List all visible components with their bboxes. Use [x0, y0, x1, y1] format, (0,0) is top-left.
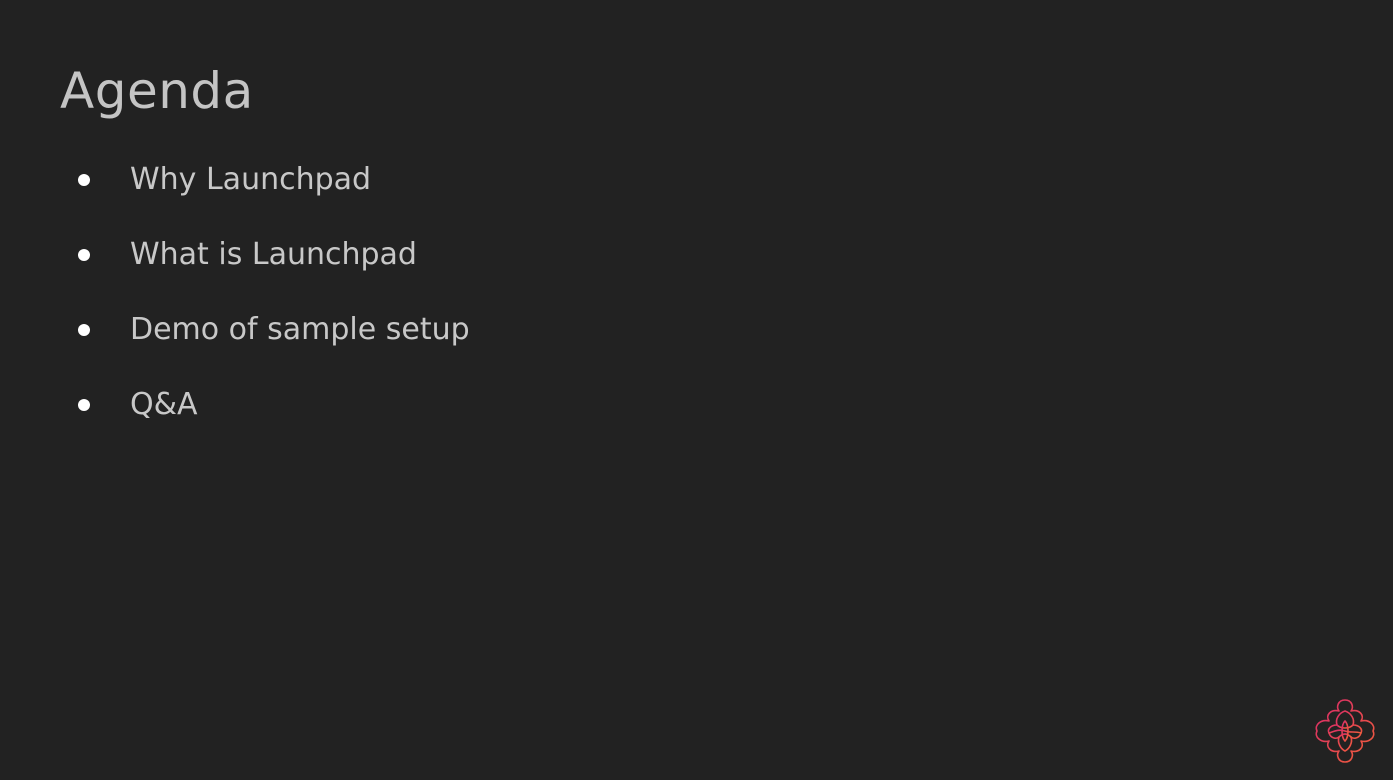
agenda-item: Demo of sample setup [78, 310, 678, 350]
bullet-icon [78, 174, 90, 186]
agenda-item-label: What is Launchpad [130, 237, 417, 272]
bullet-icon [78, 399, 90, 411]
slide-title: Agenda [60, 62, 254, 120]
agenda-item-label: Why Launchpad [130, 162, 372, 197]
agenda-item: What is Launchpad [78, 235, 678, 275]
agenda-item: Q&A [78, 385, 678, 425]
bullet-icon [78, 324, 90, 336]
slide: Agenda Why Launchpad What is Launchpad D… [0, 0, 1393, 780]
agenda-item: Why Launchpad [78, 160, 678, 200]
agenda-item-label: Q&A [130, 387, 198, 422]
agenda-item-label: Demo of sample setup [130, 312, 470, 347]
knot-logo-icon [1315, 699, 1375, 763]
bullet-icon [78, 249, 90, 261]
